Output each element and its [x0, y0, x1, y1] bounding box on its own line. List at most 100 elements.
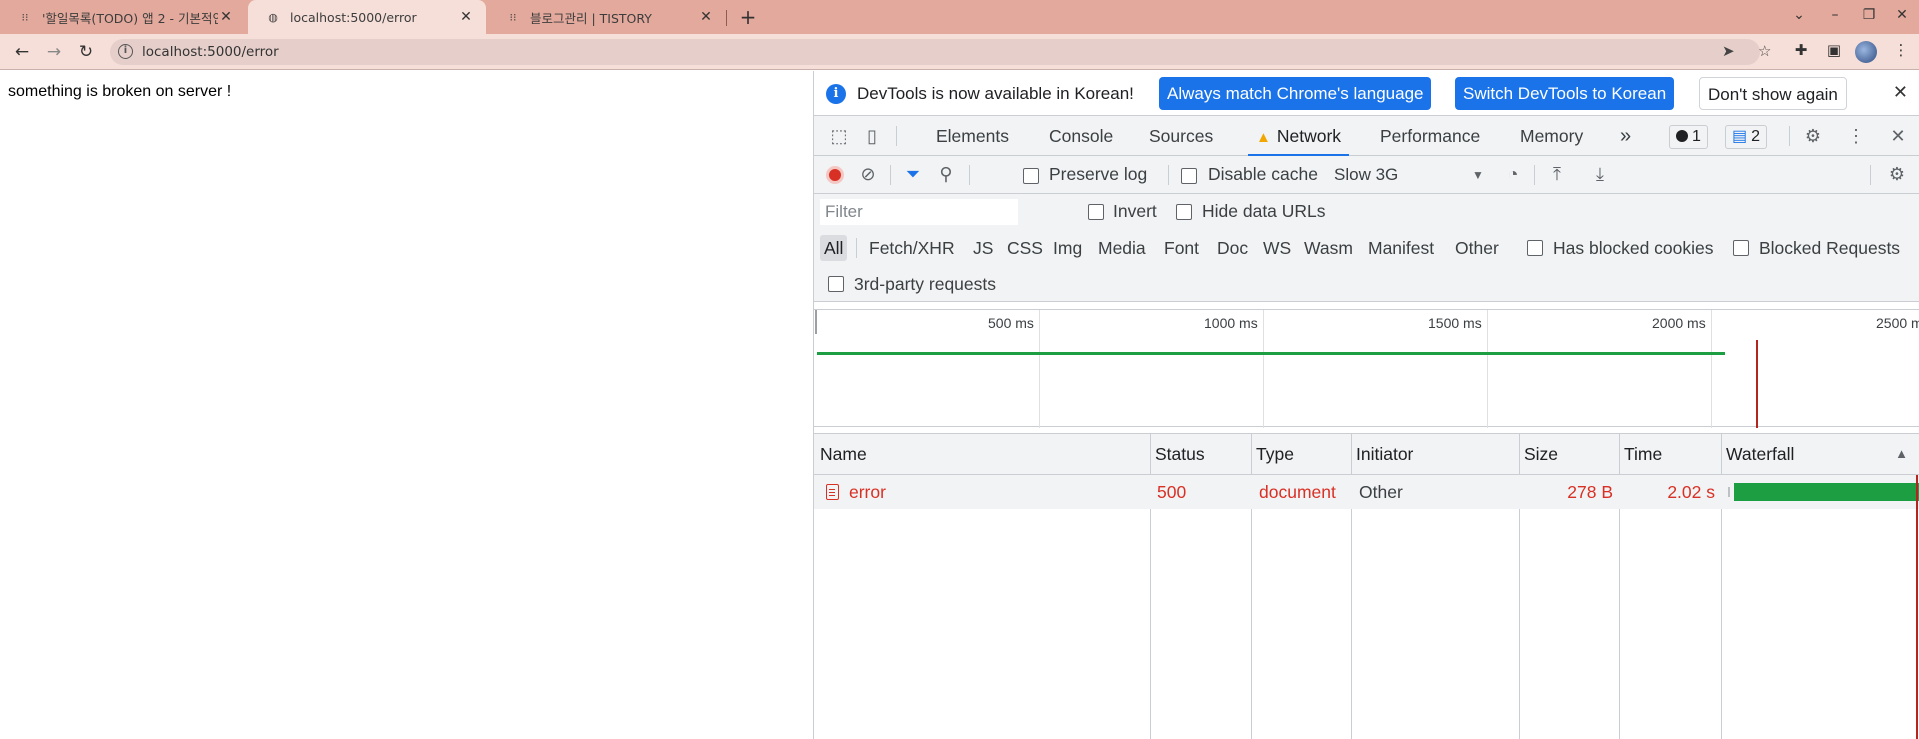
network-conditions-icon[interactable]: ◔ — [1501, 164, 1525, 185]
type-filter-wasm[interactable]: Wasm — [1304, 238, 1353, 259]
type-filter-other[interactable]: Other — [1455, 238, 1499, 259]
close-tab-icon[interactable]: ✕ — [218, 9, 234, 25]
hide-data-urls-checkbox[interactable] — [1176, 204, 1192, 220]
export-har-icon[interactable]: ⤓ — [1588, 164, 1612, 185]
inspect-element-icon[interactable]: ⬚ — [827, 126, 851, 147]
type-filter-font[interactable]: Font — [1164, 238, 1199, 259]
tab-sources[interactable]: Sources — [1149, 116, 1213, 156]
network-settings-gear-icon[interactable]: ⚙ — [1885, 164, 1909, 185]
preserve-log-checkbox[interactable] — [1023, 168, 1039, 184]
type-filter-fetch-xhr[interactable]: Fetch/XHR — [869, 238, 955, 259]
divider — [890, 165, 891, 185]
network-overview-timeline[interactable]: 500 ms 1000 ms 1500 ms 2000 ms 2500 ms — [814, 309, 1919, 428]
column-time[interactable]: Time — [1618, 434, 1662, 474]
tab-memory[interactable]: Memory — [1520, 116, 1583, 156]
import-har-icon[interactable]: ⤒ — [1545, 164, 1569, 185]
filter-funnel-icon[interactable]: ⏷ — [901, 164, 925, 185]
blocked-requests-checkbox[interactable] — [1733, 240, 1749, 256]
settings-gear-icon[interactable]: ⚙ — [1801, 126, 1825, 147]
minimize-icon[interactable]: – — [1824, 7, 1846, 23]
preserve-log-label: Preserve log — [1049, 164, 1148, 184]
tab-localhost-error[interactable]: ◍ localhost:5000/error ✕ — [248, 0, 486, 34]
always-match-language-button[interactable]: Always match Chrome's language — [1159, 77, 1432, 110]
disable-cache-checkbox[interactable] — [1181, 168, 1197, 184]
address-url[interactable]: localhost:5000/error — [142, 44, 279, 60]
column-type[interactable]: Type — [1250, 434, 1294, 474]
close-tab-icon[interactable]: ✕ — [698, 9, 714, 25]
type-filter-img[interactable]: Img — [1053, 238, 1082, 259]
column-size[interactable]: Size — [1518, 434, 1558, 474]
record-icon[interactable] — [826, 166, 844, 184]
disable-cache-label: Disable cache — [1208, 164, 1318, 184]
tab-performance[interactable]: Performance — [1380, 116, 1480, 156]
invert-checkbox[interactable] — [1088, 204, 1104, 220]
column-waterfall[interactable]: Waterfall — [1720, 434, 1794, 474]
column-status[interactable]: Status — [1149, 434, 1205, 474]
tick-label-1000ms: 1000 ms — [1204, 315, 1258, 331]
customize-menu-icon[interactable]: ⋮ — [1844, 126, 1868, 147]
third-party-label: 3rd-party requests — [854, 274, 997, 294]
errors-badge[interactable]: 1 — [1669, 125, 1708, 149]
request-initiator: Other — [1359, 482, 1403, 502]
divider — [1168, 165, 1169, 185]
throttling-select[interactable]: Slow 3G — [1334, 165, 1398, 185]
globe-icon: ◍ — [268, 10, 278, 24]
address-bar[interactable]: i localhost:5000/error ➤ ☆ — [110, 39, 1771, 65]
type-filter-all[interactable]: All — [820, 235, 848, 261]
third-party-checkbox[interactable] — [828, 276, 844, 292]
tab-console[interactable]: Console — [1049, 116, 1113, 156]
send-icon[interactable]: ➤ — [1722, 42, 1735, 60]
extensions-icon[interactable]: ✚ — [1790, 41, 1812, 59]
type-filter-media[interactable]: Media — [1098, 238, 1146, 259]
overview-request-bar — [817, 352, 1725, 355]
messages-count: 2 — [1751, 128, 1761, 145]
bookmark-star-icon[interactable]: ☆ — [1758, 42, 1771, 60]
type-filter-css[interactable]: CSS — [1007, 238, 1043, 259]
switch-devtools-korean-button[interactable]: Switch DevTools to Korean — [1455, 77, 1675, 110]
dont-show-again-button[interactable]: Don't show again — [1699, 77, 1847, 110]
device-toolbar-icon[interactable]: ▯ — [860, 126, 884, 147]
reload-icon[interactable]: ↻ — [74, 40, 98, 64]
request-status: 500 — [1157, 482, 1187, 502]
type-filter-ws[interactable]: WS — [1263, 238, 1291, 259]
tab-todo[interactable]: ⁝⁝ '할일목록(TODO) 앱 2 - 기본적인 ✕ — [0, 0, 246, 34]
table-row[interactable]: error 500 document Other 278 B 2.02 s — [814, 475, 1919, 509]
close-tab-icon[interactable]: ✕ — [458, 9, 474, 25]
request-name-cell[interactable]: error — [826, 475, 886, 509]
waterfall-load-marker — [1916, 475, 1918, 739]
type-filter-manifest[interactable]: Manifest — [1368, 238, 1434, 259]
close-window-icon[interactable]: ✕ — [1891, 7, 1913, 23]
request-size: 278 B — [1567, 482, 1613, 502]
side-panel-icon[interactable]: ▣ — [1823, 41, 1845, 59]
tab-elements[interactable]: Elements — [936, 116, 1009, 156]
forward-icon[interactable]: → — [42, 40, 66, 64]
grid-line — [1039, 310, 1040, 428]
has-blocked-cookies-checkbox[interactable] — [1527, 240, 1543, 256]
messages-badge[interactable]: ▤ 2 — [1725, 125, 1768, 149]
restore-icon[interactable]: ❐ — [1858, 7, 1880, 23]
page-content: something is broken on server ! — [0, 71, 813, 739]
waterfall-queue-tick — [1728, 487, 1730, 497]
sort-ascending-icon[interactable]: ▲ — [1895, 446, 1908, 461]
dropdown-arrow-icon[interactable]: ▼ — [1472, 168, 1484, 182]
column-initiator[interactable]: Initiator — [1350, 434, 1413, 474]
tab-tistory[interactable]: ⁝⁝ 블로그관리 | TISTORY ✕ — [488, 0, 726, 34]
infobar-text: DevTools is now available in Korean! — [857, 84, 1134, 103]
more-menu-icon[interactable]: ⋮ — [1890, 41, 1912, 59]
more-tabs-icon[interactable]: » — [1620, 116, 1631, 156]
site-info-icon[interactable]: i — [118, 44, 133, 59]
clear-icon[interactable]: ⊘ — [856, 164, 880, 185]
close-devtools-icon[interactable]: ✕ — [1886, 126, 1910, 147]
back-icon[interactable]: ← — [10, 40, 34, 64]
column-name[interactable]: Name — [814, 434, 867, 474]
type-filter-doc[interactable]: Doc — [1217, 238, 1248, 259]
tab-network[interactable]: ▲ Network — [1248, 116, 1350, 156]
filter-input[interactable]: Filter — [820, 199, 1018, 225]
tab-search-icon[interactable]: ⌄ — [1788, 7, 1810, 23]
search-icon[interactable]: ⚲ — [934, 164, 958, 185]
type-filter-js[interactable]: JS — [973, 238, 993, 259]
new-tab-button[interactable]: + — [736, 5, 760, 29]
blocked-requests-label: Blocked Requests — [1759, 238, 1901, 258]
profile-avatar[interactable] — [1855, 41, 1877, 63]
close-infobar-icon[interactable]: ✕ — [1893, 82, 1908, 103]
